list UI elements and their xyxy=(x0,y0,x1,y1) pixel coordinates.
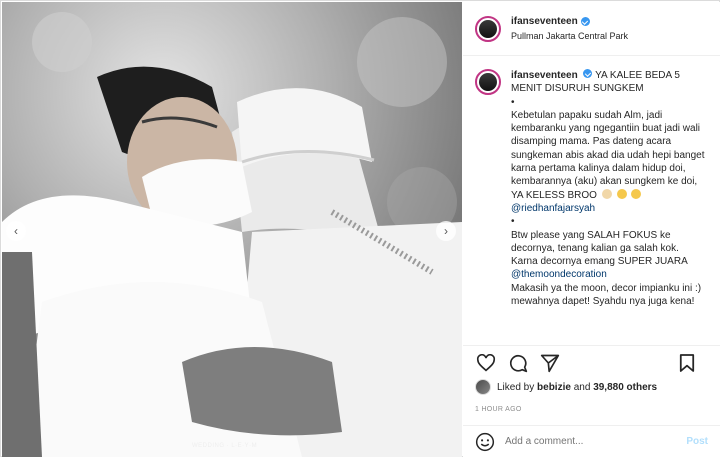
caption-avatar[interactable] xyxy=(475,69,501,95)
caption-area[interactable]: ifanseventeen YA KALEE BEDA 5 MENIT DISU… xyxy=(463,57,720,345)
comment-input[interactable] xyxy=(505,436,687,447)
next-photo-button[interactable]: › xyxy=(436,221,456,241)
like-button[interactable] xyxy=(475,352,497,374)
chevron-right-icon: › xyxy=(444,224,448,238)
post-comment-button[interactable]: Post xyxy=(686,436,708,447)
caption-text: ifanseventeen YA KALEE BEDA 5 MENIT DISU… xyxy=(511,69,706,308)
comment-icon xyxy=(509,354,528,372)
caption-paragraph: Btw please yang SALAH FOKUS ke decornya,… xyxy=(511,229,688,268)
caption-paragraph: Kebetulan papaku sudah Alm, jadi kembara… xyxy=(511,109,705,201)
comment-bar: Post xyxy=(463,425,720,457)
share-button[interactable] xyxy=(539,352,561,374)
caption-bullet: • xyxy=(511,216,515,228)
bookmark-icon xyxy=(679,354,695,372)
laughing-emoji-icon xyxy=(616,188,627,199)
chevron-left-icon: ‹ xyxy=(14,224,18,238)
comment-button[interactable] xyxy=(507,352,529,374)
post-side-panel: ifanseventeen Pullman Jakarta Central Pa… xyxy=(463,2,720,457)
winking-emoji-icon xyxy=(631,188,642,199)
liker-username[interactable]: bebizie xyxy=(537,382,571,393)
mention-link[interactable]: @riedhanfajarsyah xyxy=(511,203,595,214)
mention-link[interactable]: @themoondecoration xyxy=(511,269,607,280)
smiley-icon[interactable] xyxy=(475,432,495,452)
clap-emoji-icon xyxy=(601,188,612,199)
post-header: ifanseventeen Pullman Jakarta Central Pa… xyxy=(463,2,720,56)
username-text[interactable]: ifanseventeen xyxy=(511,16,578,27)
action-bar xyxy=(463,345,720,379)
post-dialog: ‹ › WEDDING · L·E·Y·M ifanseventeen Pull… xyxy=(0,0,720,457)
post-location[interactable]: Pullman Jakarta Central Park xyxy=(511,31,628,41)
likes-summary: Liked by bebizie and 39,880 others xyxy=(475,379,657,395)
photo-watermark: WEDDING · L·E·Y·M xyxy=(192,443,258,449)
save-button[interactable] xyxy=(676,352,698,374)
post-photo[interactable]: ‹ › WEDDING · L·E·Y·M xyxy=(2,2,462,457)
author-avatar[interactable] xyxy=(475,15,501,42)
previous-photo-button[interactable]: ‹ xyxy=(6,221,26,241)
caption-paragraph: Makasih ya the moon, decor impianku ini … xyxy=(511,282,702,308)
likes-count[interactable]: 39,880 others xyxy=(593,382,657,393)
post-timestamp[interactable]: 1 HOUR AGO xyxy=(475,406,522,413)
caption-author[interactable]: ifanseventeen xyxy=(511,70,578,81)
liker-avatar[interactable] xyxy=(475,379,491,395)
likes-and: and xyxy=(573,381,591,393)
caption-bullet: • xyxy=(511,96,515,108)
photo-illustration xyxy=(2,2,462,457)
caption-comment: ifanseventeen YA KALEE BEDA 5 MENIT DISU… xyxy=(475,69,708,308)
likes-prefix: Liked by xyxy=(497,381,535,393)
author-username[interactable]: ifanseventeen xyxy=(511,16,628,27)
paper-plane-icon xyxy=(540,354,560,372)
verified-badge-icon xyxy=(583,69,593,78)
verified-badge-icon xyxy=(580,17,590,26)
heart-icon xyxy=(476,353,496,371)
